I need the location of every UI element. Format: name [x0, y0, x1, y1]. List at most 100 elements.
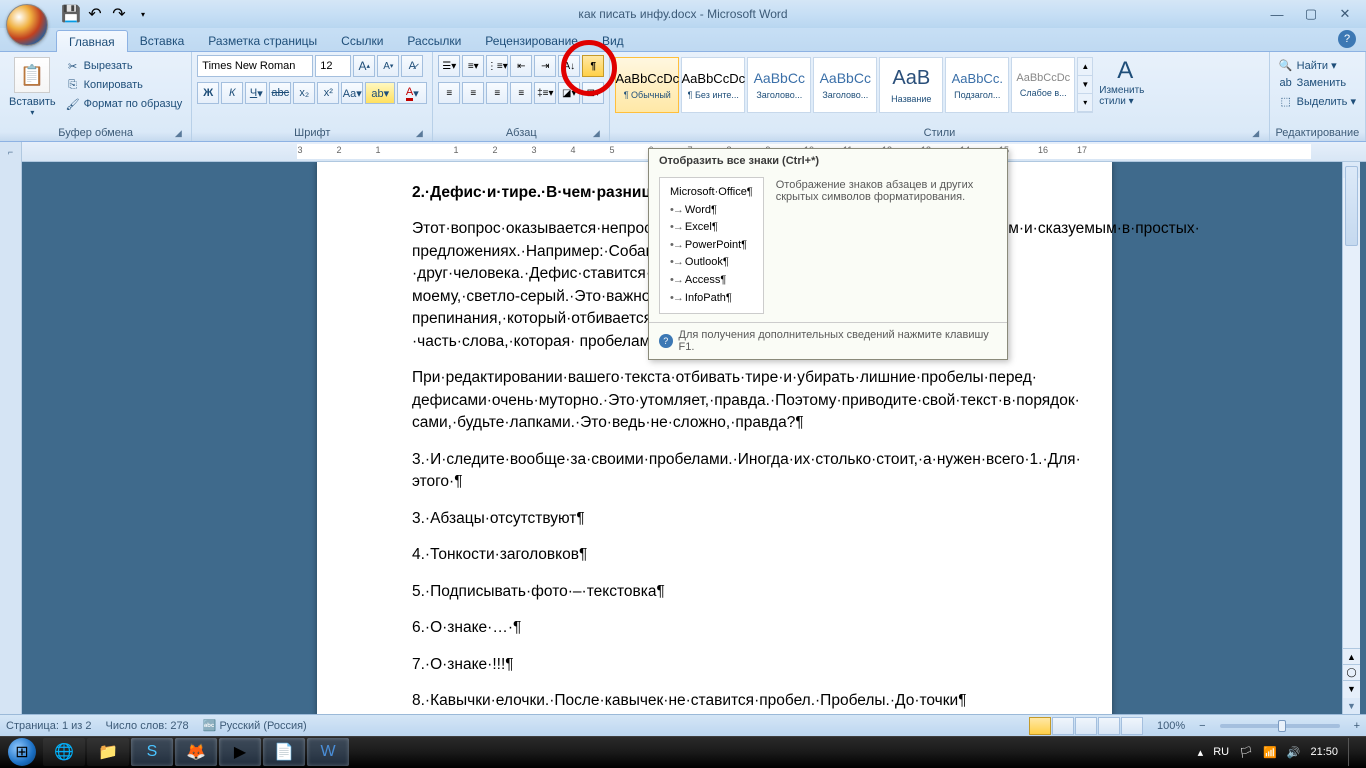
- status-word-count[interactable]: Число слов: 278: [106, 720, 189, 732]
- tray-volume-icon[interactable]: 🔊: [1287, 746, 1301, 759]
- line-spacing-button[interactable]: ‡≡▾: [534, 82, 556, 104]
- align-left-button[interactable]: ≡: [438, 82, 460, 104]
- task-skype[interactable]: S: [131, 738, 173, 766]
- tab-review[interactable]: Рецензирование: [473, 30, 590, 51]
- clear-formatting-button[interactable]: A̷: [401, 55, 423, 77]
- align-right-button[interactable]: ≡: [486, 82, 508, 104]
- change-styles-button[interactable]: AИзменить стили ▾: [1099, 57, 1151, 107]
- qat-customize-icon[interactable]: ▾: [132, 3, 154, 25]
- task-notepad[interactable]: 📄: [263, 738, 305, 766]
- paste-button[interactable]: Вставить: [9, 96, 56, 108]
- borders-button[interactable]: ⊞▾: [582, 82, 604, 104]
- superscript-button[interactable]: x²: [317, 82, 339, 104]
- task-word[interactable]: W: [307, 738, 349, 766]
- sort-button[interactable]: A↓: [558, 55, 580, 77]
- tab-mailings[interactable]: Рассылки: [395, 30, 473, 51]
- show-desktop-button[interactable]: [1348, 738, 1356, 766]
- numbering-button[interactable]: ≡▾: [462, 55, 484, 77]
- document-paragraph[interactable]: 3.·И·следите·вообще·за·своими·пробелами.…: [412, 449, 1022, 494]
- grow-font-button[interactable]: A▴: [353, 55, 375, 77]
- task-ie[interactable]: 🌐: [43, 738, 85, 766]
- justify-button[interactable]: ≡: [510, 82, 532, 104]
- full-screen-view[interactable]: [1052, 717, 1074, 735]
- multilevel-button[interactable]: ⋮≡▾: [486, 55, 508, 77]
- next-page-icon[interactable]: ▼: [1343, 680, 1360, 696]
- highlight-button[interactable]: ab▾: [365, 82, 395, 104]
- shading-button[interactable]: ◪▾: [558, 82, 580, 104]
- font-color-button[interactable]: A▾: [397, 82, 427, 104]
- print-layout-view[interactable]: [1029, 717, 1051, 735]
- style-tile[interactable]: AaBbCcDc¶ Обычный: [615, 57, 679, 113]
- vertical-scrollbar[interactable]: ▲ ▲ ◯ ▼ ▼: [1342, 162, 1360, 714]
- font-size-combo[interactable]: [315, 55, 351, 77]
- style-gallery-nav[interactable]: ▲▼▾: [1077, 57, 1093, 113]
- tray-expand-icon[interactable]: ▴: [1198, 746, 1204, 759]
- style-tile[interactable]: AaBbCcDcСлабое в...: [1011, 57, 1075, 113]
- task-firefox[interactable]: 🦊: [175, 738, 217, 766]
- draft-view[interactable]: [1121, 717, 1143, 735]
- change-case-button[interactable]: Aa▾: [341, 82, 363, 104]
- outline-view[interactable]: [1098, 717, 1120, 735]
- dialog-launcher-icon[interactable]: ◢: [172, 127, 184, 139]
- scroll-thumb[interactable]: [1345, 166, 1358, 246]
- style-tile[interactable]: AaBbCcDc¶ Без инте...: [681, 57, 745, 113]
- replace-button[interactable]: abЗаменить: [1275, 75, 1360, 91]
- help-icon[interactable]: ?: [1338, 30, 1356, 48]
- document-paragraph[interactable]: 3.·Абзацы·отсутствуют¶: [412, 508, 1022, 530]
- task-explorer[interactable]: 📁: [87, 738, 129, 766]
- bullets-button[interactable]: ☰▾: [438, 55, 460, 77]
- document-paragraph[interactable]: 6.·О·знаке·…·¶: [412, 617, 1022, 639]
- tab-view[interactable]: Вид: [590, 30, 636, 51]
- paste-icon[interactable]: 📋: [14, 57, 50, 93]
- start-button[interactable]: ⊞: [2, 736, 42, 768]
- tab-insert[interactable]: Вставка: [128, 30, 197, 51]
- document-paragraph[interactable]: При·редактировании·вашего·текста·отбиват…: [412, 367, 1022, 434]
- format-painter-button[interactable]: 🖌Формат по образцу: [62, 95, 187, 113]
- tray-flag-icon[interactable]: 🏳: [1239, 746, 1253, 759]
- find-button[interactable]: 🔍Найти ▾: [1275, 57, 1360, 73]
- task-media[interactable]: ▶: [219, 738, 261, 766]
- status-page[interactable]: Страница: 1 из 2: [6, 720, 92, 732]
- tray-lang[interactable]: RU: [1213, 746, 1229, 758]
- document-paragraph[interactable]: 7.·О·знаке·!!!¶: [412, 654, 1022, 676]
- subscript-button[interactable]: x₂: [293, 82, 315, 104]
- copy-button[interactable]: ⎘Копировать: [62, 76, 187, 94]
- vertical-ruler[interactable]: [0, 162, 22, 714]
- tray-network-icon[interactable]: 📶: [1263, 746, 1277, 759]
- italic-button[interactable]: К: [221, 82, 243, 104]
- close-button[interactable]: ✕: [1332, 5, 1358, 23]
- tab-page-layout[interactable]: Разметка страницы: [196, 30, 329, 51]
- maximize-button[interactable]: ▢: [1298, 5, 1324, 23]
- align-center-button[interactable]: ≡: [462, 82, 484, 104]
- browse-object-icon[interactable]: ◯: [1343, 664, 1360, 680]
- dialog-launcher-icon[interactable]: ◢: [413, 127, 425, 139]
- tab-selector[interactable]: ⌐: [0, 142, 22, 162]
- office-button[interactable]: [6, 4, 48, 46]
- style-tile[interactable]: AaBНазвание: [879, 57, 943, 113]
- document-paragraph[interactable]: 5.·Подписывать·фото·–·текстовка¶: [412, 581, 1022, 603]
- underline-button[interactable]: Ч▾: [245, 82, 267, 104]
- dialog-launcher-icon[interactable]: ◢: [590, 127, 602, 139]
- undo-icon[interactable]: ↶: [84, 3, 106, 25]
- strikethrough-button[interactable]: abc: [269, 82, 291, 104]
- font-name-combo[interactable]: [197, 55, 313, 77]
- cut-button[interactable]: ✂Вырезать: [62, 57, 187, 75]
- scroll-down-icon[interactable]: ▼: [1343, 698, 1360, 714]
- minimize-button[interactable]: —: [1264, 5, 1290, 23]
- tab-home[interactable]: Главная: [56, 30, 128, 52]
- style-tile[interactable]: AaBbCc.Подзагол...: [945, 57, 1009, 113]
- zoom-in-button[interactable]: +: [1354, 720, 1360, 732]
- web-layout-view[interactable]: [1075, 717, 1097, 735]
- save-icon[interactable]: 💾: [60, 3, 82, 25]
- select-button[interactable]: ⬚Выделить ▾: [1275, 93, 1360, 109]
- document-paragraph[interactable]: 4.·Тонкости·заголовков¶: [412, 544, 1022, 566]
- shrink-font-button[interactable]: A▾: [377, 55, 399, 77]
- tray-clock[interactable]: 21:50: [1310, 746, 1338, 758]
- show-hide-marks-button[interactable]: ¶: [582, 55, 604, 77]
- increase-indent-button[interactable]: ⇥: [534, 55, 556, 77]
- document-paragraph[interactable]: 8.·Кавычки·елочки.·После·кавычек·не·став…: [412, 690, 1022, 712]
- status-language[interactable]: 🔤 Русский (Россия): [203, 719, 307, 732]
- dialog-launcher-icon[interactable]: ◢: [1250, 127, 1262, 139]
- prev-page-icon[interactable]: ▲: [1343, 648, 1360, 664]
- zoom-level[interactable]: 100%: [1157, 720, 1185, 732]
